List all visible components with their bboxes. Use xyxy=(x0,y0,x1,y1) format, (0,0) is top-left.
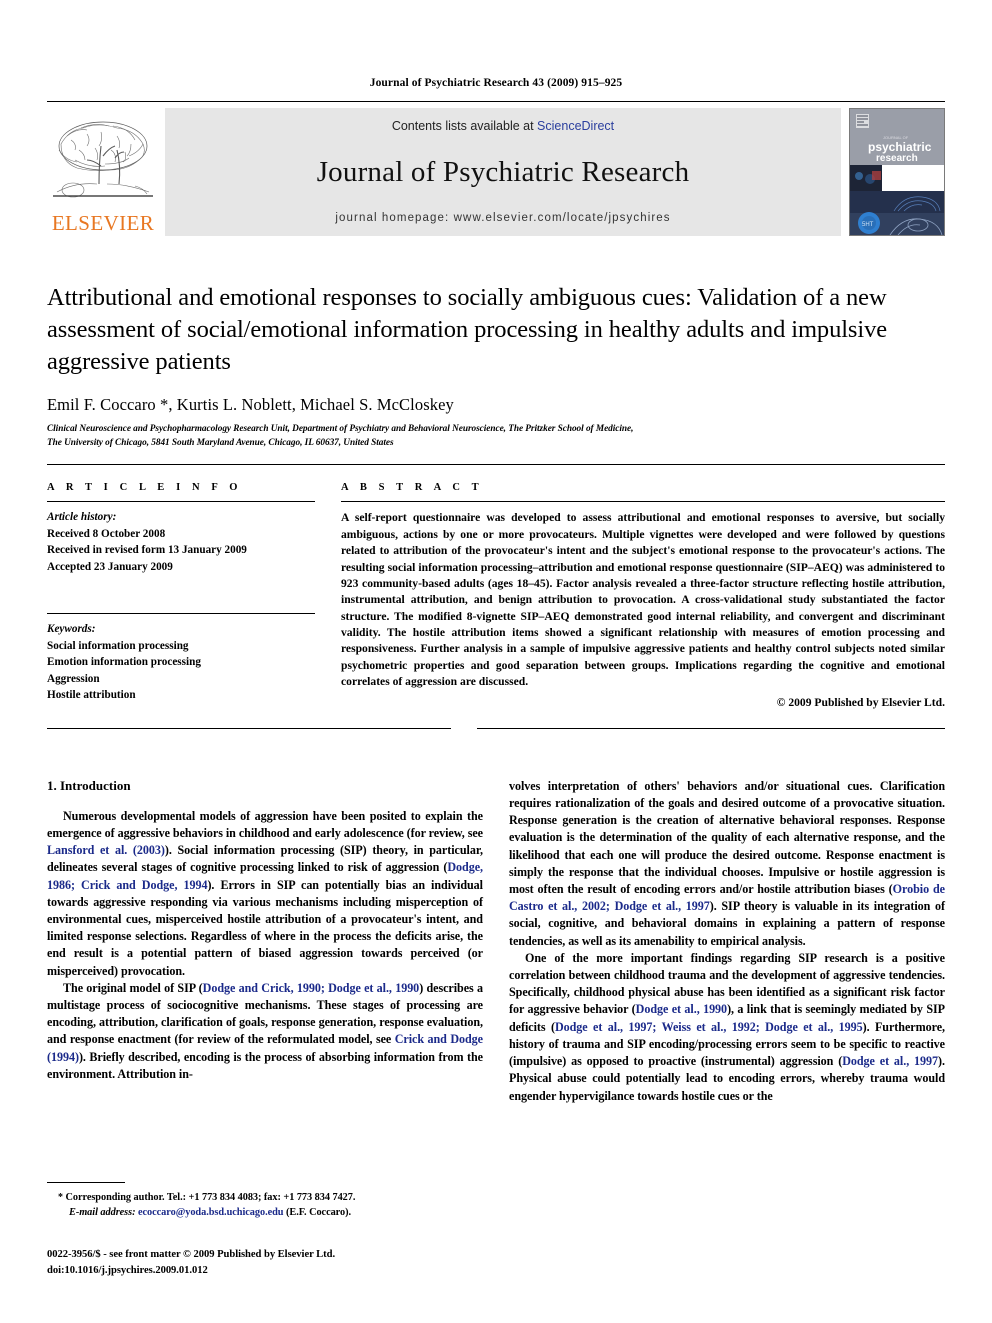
elsevier-wordmark: ELSEVIER xyxy=(51,211,155,235)
journal-title: Journal of Psychiatric Research xyxy=(316,156,690,188)
body-rule-left xyxy=(47,727,451,729)
body-rule-right xyxy=(477,727,945,729)
email-owner: (E.F. Coccaro). xyxy=(286,1207,352,1219)
citation-link[interactable]: Lansford et al. (2003) xyxy=(47,843,165,857)
body-columns: 1. Introduction Numerous developmental m… xyxy=(47,778,945,1105)
paper-page: Journal of Psychiatric Research 43 (2009… xyxy=(0,0,992,1323)
body-top-rules xyxy=(47,727,945,729)
footnote-marker: * xyxy=(58,1192,63,1203)
keyword-item: Hostile attribution xyxy=(47,688,136,701)
abstract-copyright: © 2009 Published by Elsevier Ltd. xyxy=(776,695,945,709)
sciencedirect-link[interactable]: ScienceDirect xyxy=(537,119,614,133)
history-received: Received 8 October 2008 xyxy=(47,527,166,540)
footnote-block: * Corresponding author. Tel.: +1 773 834… xyxy=(47,1182,451,1279)
info-abstract-region: A R T I C L E I N F O Article history: R… xyxy=(47,482,945,709)
intro-p1-part-a: Numerous developmental models of aggress… xyxy=(47,808,483,840)
email-label: E-mail address: xyxy=(69,1207,136,1219)
abstract-column: A B S T R A C T A self-report questionna… xyxy=(341,482,945,709)
abstract-rule xyxy=(341,501,945,503)
journal-cover-thumbnail: JOURNAL OF psychiatric research 5HT xyxy=(849,108,945,236)
citation-link[interactable]: Dodge and Crick, 1990; Dodge et al., 199… xyxy=(203,981,420,995)
keywords-rule xyxy=(47,613,315,615)
keywords-list: Keywords: Social information processing … xyxy=(47,621,315,703)
corresponding-author-note: * Corresponding author. Tel.: +1 773 834… xyxy=(47,1190,451,1221)
intro-p2-part-c: ). Briefly described, encoding is the pr… xyxy=(47,1049,483,1081)
keywords-label: Keywords: xyxy=(47,623,96,636)
masthead-top-rule xyxy=(47,101,945,102)
abstract-text: A self-report questionnaire was develope… xyxy=(341,511,945,689)
svg-text:5HT: 5HT xyxy=(862,222,874,228)
info-abstract-top-rule xyxy=(47,464,945,466)
history-accepted: Accepted 23 January 2009 xyxy=(47,560,173,573)
elsevier-logo: ELSEVIER xyxy=(47,108,159,236)
author-list: Emil F. Coccaro *, Kurtis L. Noblett, Mi… xyxy=(47,394,454,414)
elsevier-tree-icon xyxy=(53,121,153,198)
issn-front-matter: 0022-3956/$ - see front matter © 2009 Pu… xyxy=(47,1248,336,1260)
corresponding-author-text: Corresponding author. Tel.: +1 773 834 4… xyxy=(65,1192,356,1203)
intro-p1-part-c: ). Errors in SIP can potentially bias an… xyxy=(47,877,483,978)
intro-paragraph-1: Numerous developmental models of aggress… xyxy=(47,808,483,980)
cover-artwork: JOURNAL OF psychiatric research 5HT xyxy=(850,109,944,235)
intro-paragraph-3: volves interpretation of others' behavio… xyxy=(509,778,945,950)
abstract-heading: A B S T R A C T xyxy=(341,482,484,494)
affiliation: Clinical Neuroscience and Psychopharmaco… xyxy=(47,422,945,451)
section-heading-introduction: 1. Introduction xyxy=(47,777,131,793)
keyword-item: Social information processing xyxy=(47,639,189,652)
article-history: Article history: Received 8 October 2008… xyxy=(47,509,315,575)
article-info-rule xyxy=(47,501,315,503)
imprint-block: 0022-3956/$ - see front matter © 2009 Pu… xyxy=(47,1247,451,1279)
keyword-item: Emotion information processing xyxy=(47,656,201,669)
citation-link[interactable]: Dodge et al., 1997; Weiss et al., 1992; … xyxy=(555,1020,863,1034)
affiliation-line-1: Clinical Neuroscience and Psychopharmaco… xyxy=(47,423,634,434)
history-revised: Received in revised form 13 January 2009 xyxy=(47,544,247,557)
journal-homepage-line[interactable]: journal homepage: www.elsevier.com/locat… xyxy=(335,212,670,224)
svg-text:psychiatric: psychiatric xyxy=(868,140,932,154)
svg-text:research: research xyxy=(876,153,918,164)
running-head: Journal of Psychiatric Research 43 (2009… xyxy=(369,77,623,89)
body-column-left: 1. Introduction Numerous developmental m… xyxy=(47,778,483,1105)
article-info-column: A R T I C L E I N F O Article history: R… xyxy=(47,482,315,708)
article-info-heading: A R T I C L E I N F O xyxy=(47,482,243,494)
email-address[interactable]: ecoccaro@yoda.bsd.uchicago.edu xyxy=(138,1207,284,1218)
citation-link[interactable]: Dodge et al., 1997 xyxy=(842,1054,938,1068)
citation-link[interactable]: Dodge et al., 1990 xyxy=(636,1002,727,1016)
body-column-right: volves interpretation of others' behavio… xyxy=(509,778,945,1105)
page-title: Attributional and emotional responses to… xyxy=(47,284,887,375)
intro-paragraph-4: One of the more important findings regar… xyxy=(509,950,945,1105)
journal-band: Contents lists available at ScienceDirec… xyxy=(165,108,841,236)
intro-p3-part-a: volves interpretation of others' behavio… xyxy=(509,778,945,896)
doi-line: doi:10.1016/j.jpsychires.2009.01.012 xyxy=(47,1264,208,1276)
intro-paragraph-2: The original model of SIP (Dodge and Cri… xyxy=(47,980,483,1083)
journal-masthead: ELSEVIER Contents lists available at Sci… xyxy=(47,108,945,236)
contents-lists-line: Contents lists available at ScienceDirec… xyxy=(392,119,614,133)
affiliation-line-2: The University of Chicago, 5841 South Ma… xyxy=(47,437,394,448)
footnote-rule xyxy=(47,1182,125,1183)
intro-p2-part-a: The original model of SIP ( xyxy=(63,980,203,995)
article-history-label: Article history: xyxy=(47,511,117,524)
title-block: Attributional and emotional responses to… xyxy=(47,282,945,450)
keywords-block: Keywords: Social information processing … xyxy=(47,613,315,703)
keyword-item: Aggression xyxy=(47,672,100,685)
contents-prefix: Contents lists available at xyxy=(391,119,538,133)
